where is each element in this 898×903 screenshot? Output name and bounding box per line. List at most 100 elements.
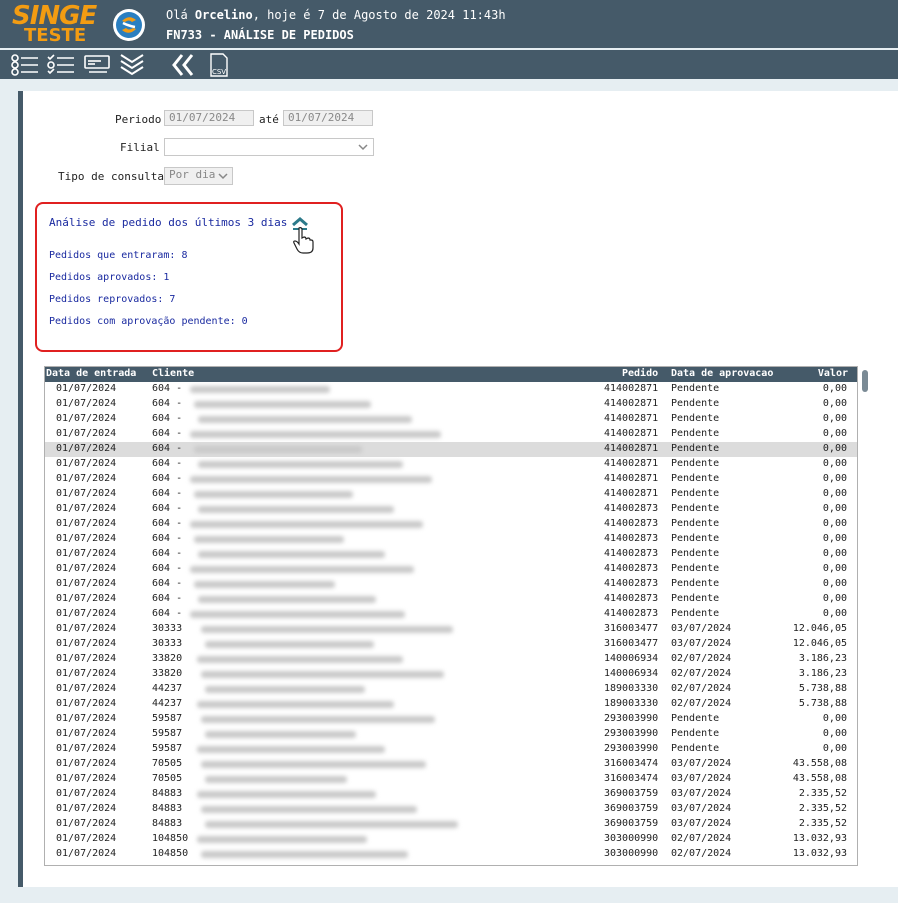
form-icon[interactable] bbox=[83, 53, 113, 77]
table-row[interactable]: 01/07/2024 84883 369003759 03/07/2024 2.335,… bbox=[45, 787, 857, 802]
periodo-end-field[interactable]: 01/07/2024 bbox=[283, 110, 373, 126]
periodo-label: Periodo bbox=[115, 113, 162, 126]
hand-cursor-icon bbox=[293, 227, 314, 254]
cell-data-entrada: 01/07/2024 bbox=[56, 803, 117, 814]
cell-data-entrada: 01/07/2024 bbox=[56, 848, 117, 859]
table-row[interactable]: 01/07/2024 604 - 414002871 Pendente 0,00 bbox=[45, 487, 857, 502]
table-row[interactable]: 01/07/2024 30333 316003477 03/07/2024 12.046… bbox=[45, 637, 857, 652]
cell-cliente: 604 - bbox=[152, 428, 183, 439]
cell-data-entrada: 01/07/2024 bbox=[56, 668, 117, 679]
greeting: Olá Orcelino, hoje é 7 de Agosto de 2024… bbox=[166, 8, 506, 22]
cell-data-aprovacao: Pendente bbox=[671, 428, 720, 439]
cell-valor: 0,00 bbox=[822, 563, 847, 574]
cell-cliente: 104850 bbox=[152, 848, 189, 859]
summary-box: Análise de pedido dos últimos 3 dias Ped… bbox=[35, 202, 343, 352]
cell-pedido: 316003474 bbox=[604, 758, 659, 769]
cell-data-aprovacao: Pendente bbox=[671, 533, 720, 544]
cell-data-aprovacao: 02/07/2024 bbox=[671, 698, 732, 709]
cell-pedido: 414002873 bbox=[604, 533, 659, 544]
cell-data-entrada: 01/07/2024 bbox=[56, 383, 117, 394]
cell-pedido: 414002871 bbox=[604, 398, 659, 409]
table-row[interactable]: 01/07/2024 604 - 414002873 Pendente 0,00 bbox=[45, 502, 857, 517]
cell-pedido: 414002873 bbox=[604, 503, 659, 514]
checklist-icon[interactable] bbox=[46, 53, 76, 77]
cell-data-aprovacao: 03/07/2024 bbox=[671, 758, 732, 769]
cell-data-entrada: 01/07/2024 bbox=[56, 653, 117, 664]
list-icon[interactable] bbox=[10, 53, 40, 77]
back-icon[interactable] bbox=[168, 53, 198, 77]
table-row[interactable]: 01/07/2024 604 - 414002873 Pendente 0,00 bbox=[45, 607, 857, 622]
table-row[interactable]: 01/07/2024 604 - 414002871 Pendente 0,00 bbox=[45, 427, 857, 442]
table-row[interactable]: 01/07/2024 84883 369003759 03/07/2024 2.335,… bbox=[45, 802, 857, 817]
table-row[interactable]: 01/07/2024 604 - 414002873 Pendente 0,00 bbox=[45, 592, 857, 607]
cell-data-entrada: 01/07/2024 bbox=[56, 683, 117, 694]
table-row[interactable]: 01/07/2024 104850 303000990 02/07/2024 13.03… bbox=[45, 832, 857, 847]
col-cliente[interactable]: Cliente bbox=[152, 368, 194, 379]
cell-data-aprovacao: 03/07/2024 bbox=[671, 638, 732, 649]
table-row[interactable]: 01/07/2024 59587 293003990 Pendente 0,00 bbox=[45, 712, 857, 727]
table-row[interactable]: 01/07/2024 44237 189003330 02/07/2024 5.738,… bbox=[45, 697, 857, 712]
table-row[interactable]: 01/07/2024 604 - 414002871 Pendente 0,00 bbox=[45, 382, 857, 397]
redacted-client-name bbox=[205, 731, 356, 738]
table-row[interactable]: 01/07/2024 33820 140006934 02/07/2024 3.186,… bbox=[45, 652, 857, 667]
cell-cliente: 604 - bbox=[152, 458, 183, 469]
redacted-client-name bbox=[190, 476, 432, 483]
col-data-entrada[interactable]: Data de entrada bbox=[46, 368, 136, 379]
table-row[interactable]: 01/07/2024 30333 316003477 03/07/2024 12.046… bbox=[45, 622, 857, 637]
cell-cliente: 70505 bbox=[152, 758, 183, 769]
table-row[interactable]: 01/07/2024 604 - 414002871 Pendente 0,00 bbox=[45, 442, 857, 457]
cell-data-entrada: 01/07/2024 bbox=[56, 818, 117, 829]
cell-data-entrada: 01/07/2024 bbox=[56, 788, 117, 799]
table-row[interactable]: 01/07/2024 84883 369003759 03/07/2024 2.335,… bbox=[45, 817, 857, 832]
table-row[interactable]: 01/07/2024 604 - 414002873 Pendente 0,00 bbox=[45, 532, 857, 547]
summary-pending: Pedidos com aprovação pendente: 0 bbox=[49, 316, 248, 327]
table-row[interactable]: 01/07/2024 33820 140006934 02/07/2024 3.186,… bbox=[45, 667, 857, 682]
cell-pedido: 414002871 bbox=[604, 473, 659, 484]
table-row[interactable]: 01/07/2024 70505 316003474 03/07/2024 43.558… bbox=[45, 772, 857, 787]
table-row[interactable]: 01/07/2024 604 - 414002871 Pendente 0,00 bbox=[45, 457, 857, 472]
table-row[interactable]: 01/07/2024 604 - 414002871 Pendente 0,00 bbox=[45, 472, 857, 487]
periodo-start-field[interactable]: 01/07/2024 bbox=[164, 110, 254, 126]
table-row[interactable]: 01/07/2024 604 - 414002871 Pendente 0,00 bbox=[45, 412, 857, 427]
cell-data-entrada: 01/07/2024 bbox=[56, 593, 117, 604]
cell-pedido: 414002873 bbox=[604, 563, 659, 574]
expand-down-icon[interactable] bbox=[118, 53, 148, 77]
table-row[interactable]: 01/07/2024 59587 293003990 Pendente 0,00 bbox=[45, 727, 857, 742]
table-row[interactable]: 01/07/2024 70505 316003474 03/07/2024 43.558… bbox=[45, 757, 857, 772]
filial-select[interactable] bbox=[164, 138, 374, 156]
cell-cliente: 604 - bbox=[152, 383, 183, 394]
csv-export-icon[interactable]: CSV bbox=[204, 53, 234, 77]
col-valor[interactable]: Valor bbox=[818, 368, 848, 379]
table-row[interactable]: 01/07/2024 604 - 414002871 Pendente 0,00 bbox=[45, 397, 857, 412]
cell-cliente: 604 - bbox=[152, 398, 183, 409]
summary-approved: Pedidos aprovados: 1 bbox=[49, 272, 170, 283]
cell-pedido: 414002871 bbox=[604, 428, 659, 439]
cell-pedido: 189003330 bbox=[604, 698, 659, 709]
redacted-client-name bbox=[194, 581, 335, 588]
cell-cliente: 70505 bbox=[152, 773, 183, 784]
cell-cliente: 604 - bbox=[152, 488, 183, 499]
redacted-client-name bbox=[194, 491, 353, 498]
col-pedido[interactable]: Pedido bbox=[622, 368, 658, 379]
col-data-aprovacao[interactable]: Data de aprovacao bbox=[671, 368, 773, 379]
toolbar: CSV bbox=[0, 50, 898, 79]
table-row[interactable]: 01/07/2024 604 - 414002873 Pendente 0,00 bbox=[45, 562, 857, 577]
cell-data-aprovacao: 02/07/2024 bbox=[671, 668, 732, 679]
table-row[interactable]: 01/07/2024 59587 293003990 Pendente 0,00 bbox=[45, 742, 857, 757]
table-row[interactable]: 01/07/2024 604 - 414002873 Pendente 0,00 bbox=[45, 547, 857, 562]
cell-pedido: 369003759 bbox=[604, 803, 659, 814]
redacted-client-name bbox=[201, 761, 426, 768]
table-row[interactable]: 01/07/2024 604 - 414002873 Pendente 0,00 bbox=[45, 517, 857, 532]
table-row[interactable]: 01/07/2024 104850 303000990 02/07/2024 13.03… bbox=[45, 847, 857, 862]
table-scrollbar[interactable] bbox=[862, 370, 868, 392]
tipo-consulta-select[interactable]: Por dia bbox=[164, 167, 233, 185]
cell-cliente: 604 - bbox=[152, 593, 183, 604]
table-row[interactable]: 01/07/2024 44237 189003330 02/07/2024 5.738,… bbox=[45, 682, 857, 697]
cell-data-entrada: 01/07/2024 bbox=[56, 398, 117, 409]
cell-pedido: 189003330 bbox=[604, 683, 659, 694]
cell-data-entrada: 01/07/2024 bbox=[56, 473, 117, 484]
cell-valor: 2.335,52 bbox=[798, 803, 847, 814]
cell-data-aprovacao: 03/07/2024 bbox=[671, 803, 732, 814]
cell-valor: 0,00 bbox=[822, 503, 847, 514]
table-row[interactable]: 01/07/2024 604 - 414002873 Pendente 0,00 bbox=[45, 577, 857, 592]
